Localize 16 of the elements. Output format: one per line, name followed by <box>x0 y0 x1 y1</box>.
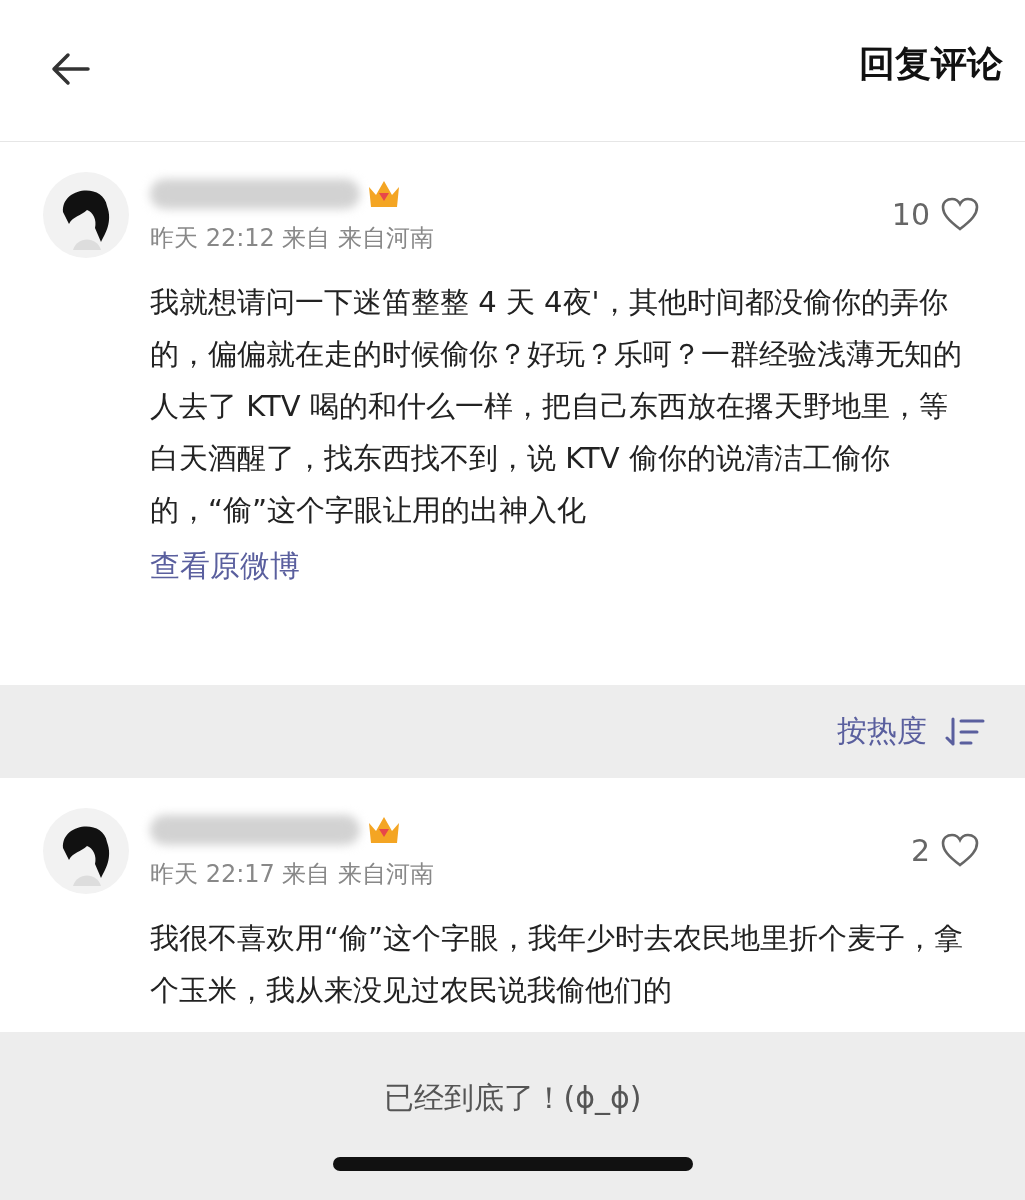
heart-icon[interactable] <box>940 196 980 232</box>
page-title: 回复评论 <box>859 42 1003 86</box>
comment-text: 我就想请问一下迷笛整整 4 天 4夜'，其他时间都没偷你的弄你的，偏偏就在走的时候偷你？好玩？乐呵？一群经验浅薄无知的人去了 KTV 喝的和什么一样，把自己东西放在撂天野地里，等白天酒醒了，找东西找不到，说 KTV 偷你的说清洁工偷你的，“偷”这个字眼让用的出神入化 <box>150 284 963 529</box>
avatar[interactable] <box>43 172 129 258</box>
like-count: 2 <box>910 832 930 868</box>
avatar[interactable] <box>43 808 129 894</box>
heart-icon[interactable] <box>940 832 980 868</box>
like-count: 10 <box>891 196 930 232</box>
sort-by-popularity-button[interactable]: 按热度 <box>837 711 985 752</box>
comment-text: 我很不喜欢用“偷”这个字眼，我年少时去农民地里折个麦子，拿个玉米，我从来没见过农民说我偷他们的 <box>150 920 965 1009</box>
comment-meta: 昨天 22:12 来自 来自河南 <box>150 223 436 254</box>
view-original-link[interactable]: 查看原微博 <box>150 546 300 587</box>
back-arrow-icon[interactable] <box>50 51 90 86</box>
end-of-list-text: 已经到底了！(ɸ_ɸ) <box>383 1079 642 1117</box>
comment-meta: 昨天 22:17 来自 来自河南 <box>150 859 436 890</box>
sort-icon <box>945 715 985 748</box>
